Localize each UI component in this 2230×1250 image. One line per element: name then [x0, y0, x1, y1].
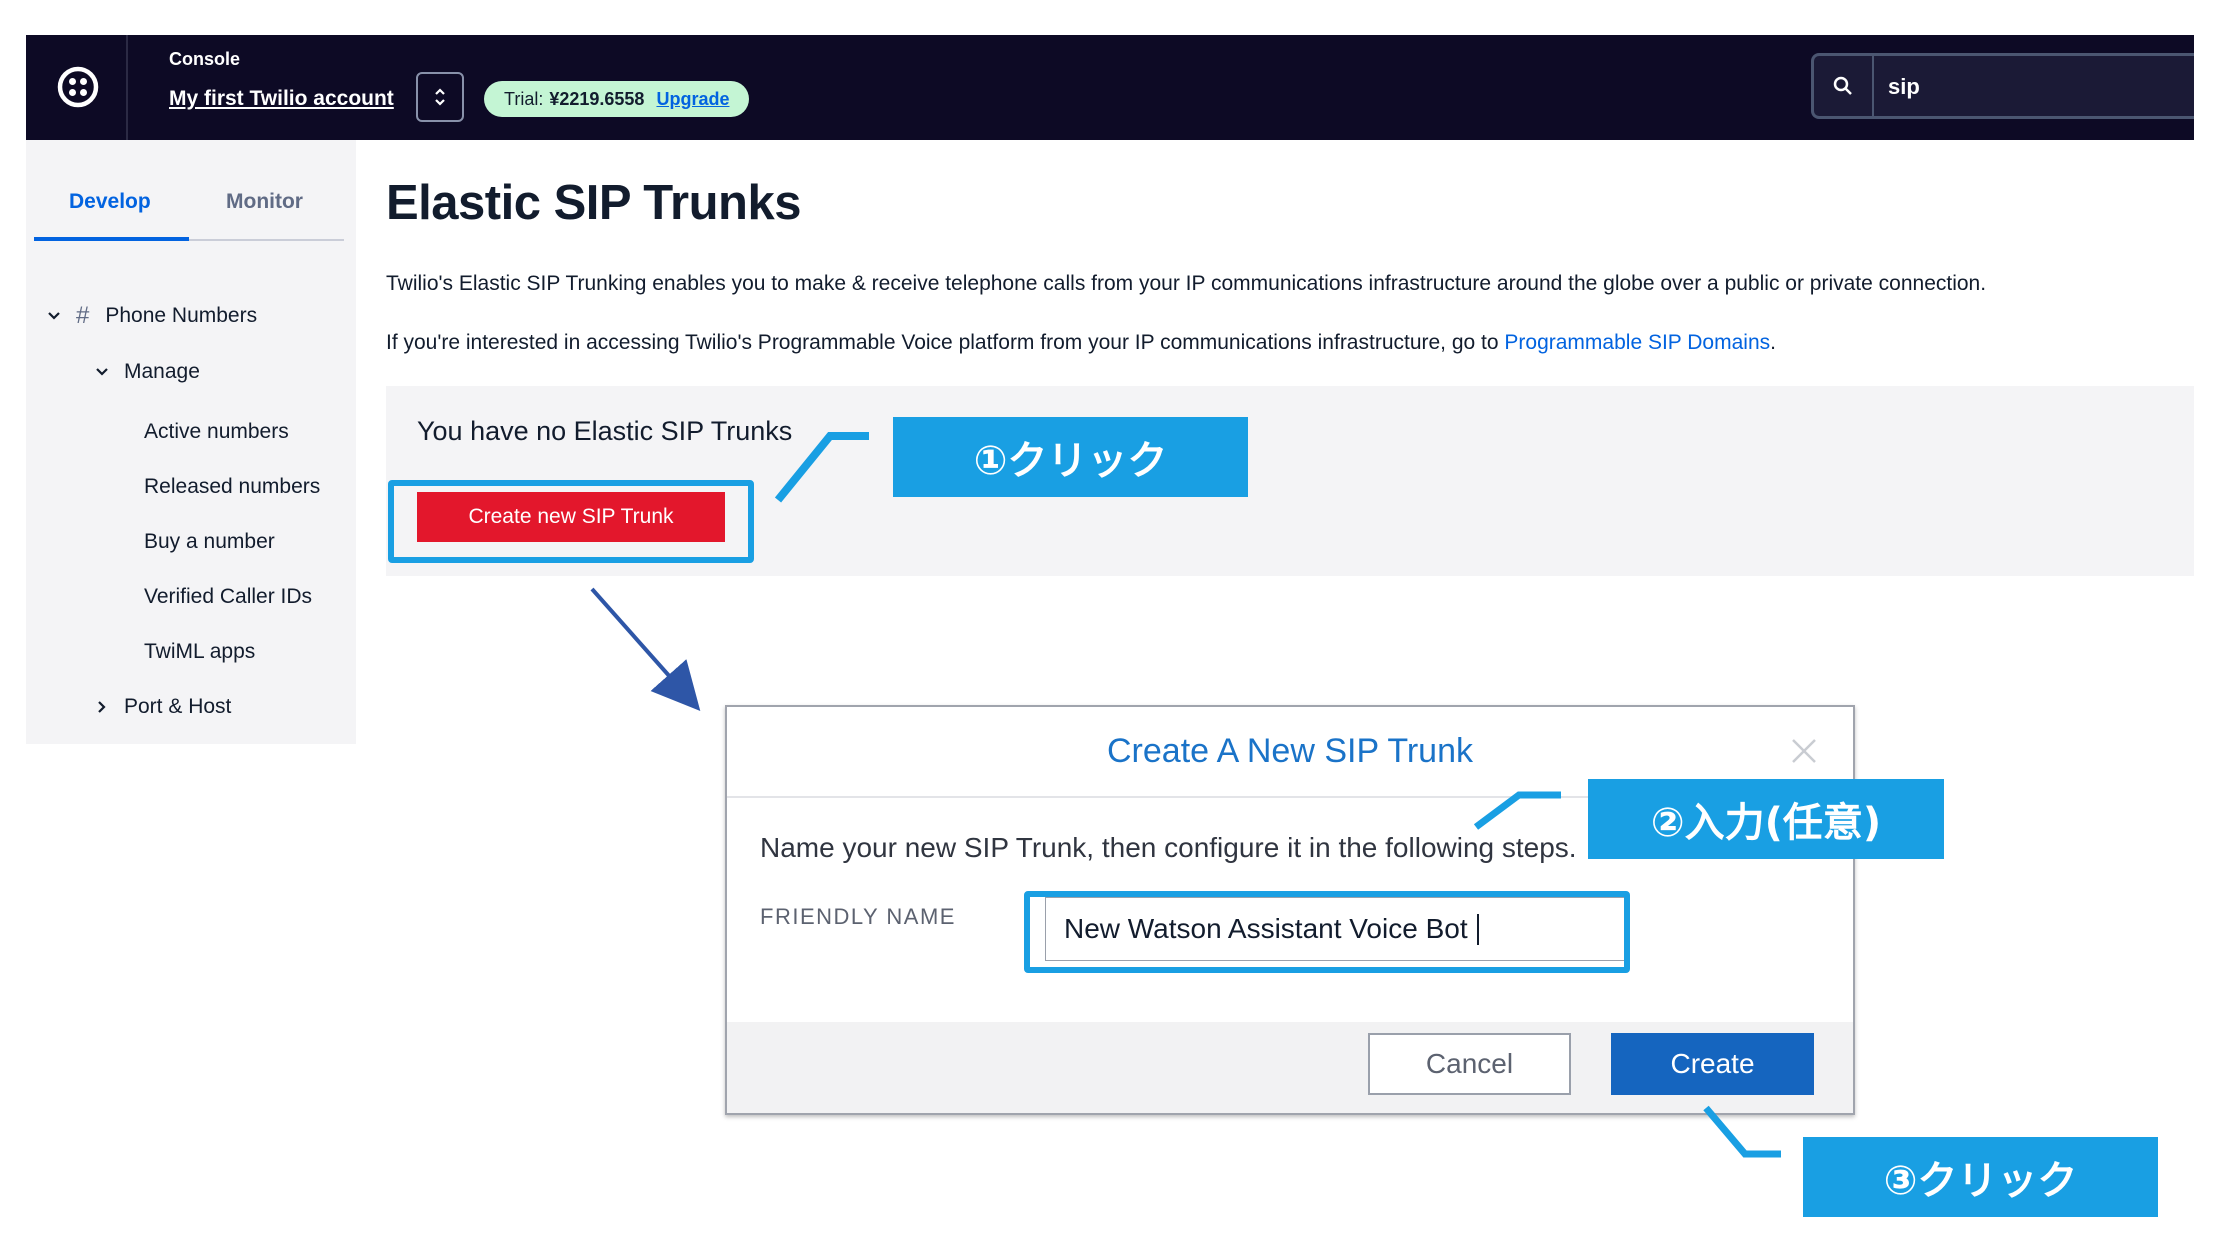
empty-state-text: You have no Elastic SIP Trunks: [417, 416, 793, 446]
hash-icon: #: [76, 302, 90, 329]
sidebar-item-label: Port & Host: [124, 695, 232, 718]
step3-callout: ③クリック: [1803, 1137, 2158, 1217]
upgrade-link[interactable]: Upgrade: [656, 89, 729, 110]
trial-balance-badge: Trial: ¥2219.6558 Upgrade: [484, 81, 750, 117]
twilio-logo-icon[interactable]: [56, 65, 100, 109]
step1-callout: ①クリック: [893, 417, 1248, 497]
search-button[interactable]: [1814, 56, 1874, 116]
sidebar-item-label: Buy a number: [144, 530, 275, 553]
account-switcher-button[interactable]: [416, 72, 464, 122]
page-title: Elastic SIP Trunks: [386, 176, 801, 230]
sidebar-item-label: Verified Caller IDs: [144, 585, 313, 608]
sidebar-item-label: Released numbers: [144, 475, 321, 498]
search-input[interactable]: [1874, 56, 2210, 118]
create-button[interactable]: Create: [1611, 1033, 1814, 1095]
step2-callout: ②入力(任意): [1588, 779, 1944, 859]
sidebar: Develop Monitor # Phone Numbers Manage A…: [26, 140, 356, 744]
close-icon[interactable]: [1787, 734, 1821, 768]
active-tab-indicator: [34, 237, 189, 241]
sidebar-item-label: Active numbers: [144, 420, 289, 443]
sidebar-item-label: Phone Numbers: [105, 304, 258, 327]
sip-domains-note: If you're interested in accessing Twilio…: [386, 331, 1776, 355]
step2-highlight-frame: [1024, 891, 1630, 973]
console-label: Console: [169, 49, 241, 69]
tab-monitor[interactable]: Monitor: [226, 190, 303, 214]
flow-arrow: [590, 587, 701, 711]
sidebar-item-twiml-apps[interactable]: TwiML apps: [144, 640, 255, 664]
top-nav-bar: Console My first Twilio account Trial: ¥…: [26, 35, 2210, 140]
trial-label: Trial:: [504, 88, 544, 109]
step1-highlight-frame: [388, 480, 754, 563]
tab-develop[interactable]: Develop: [69, 190, 151, 214]
search-icon: [1833, 76, 1852, 95]
dialog-title: Create A New SIP Trunk: [1107, 732, 1473, 770]
sip-domains-note-text: If you're interested in accessing Twilio…: [386, 331, 1505, 354]
search-box: [1811, 53, 2210, 119]
sidebar-item-manage[interactable]: Manage: [94, 360, 200, 384]
chevron-down-icon: [96, 368, 108, 376]
chevron-up-down-icon: [435, 88, 445, 106]
account-name-link[interactable]: My first Twilio account: [169, 87, 394, 111]
cancel-button[interactable]: Cancel: [1368, 1033, 1571, 1095]
sidebar-item-released-numbers[interactable]: Released numbers: [144, 475, 320, 499]
sidebar-item-phone-numbers[interactable]: # Phone Numbers: [46, 302, 257, 330]
sidebar-item-buy-number[interactable]: Buy a number: [144, 530, 275, 554]
sidebar-item-label: TwiML apps: [144, 640, 256, 663]
chevron-down-icon: [48, 312, 60, 320]
topbar-divider: [126, 35, 128, 140]
dialog-description: Name your new SIP Trunk, then configure …: [760, 832, 1577, 863]
trial-amount: ¥2219.6558: [549, 88, 645, 109]
sidebar-item-label: Manage: [124, 360, 200, 383]
sidebar-item-verified-caller-ids[interactable]: Verified Caller IDs: [144, 585, 312, 609]
sidebar-item-active-numbers[interactable]: Active numbers: [144, 420, 289, 444]
friendly-name-label: FRIENDLY NAME: [760, 904, 956, 929]
sip-domains-note-suffix: .: [1770, 331, 1776, 354]
page-description: Twilio's Elastic SIP Trunking enables yo…: [386, 272, 1987, 295]
chevron-right-icon: [98, 701, 106, 713]
programmable-sip-domains-link[interactable]: Programmable SIP Domains: [1504, 331, 1770, 354]
sidebar-item-port-host[interactable]: Port & Host: [94, 695, 231, 719]
